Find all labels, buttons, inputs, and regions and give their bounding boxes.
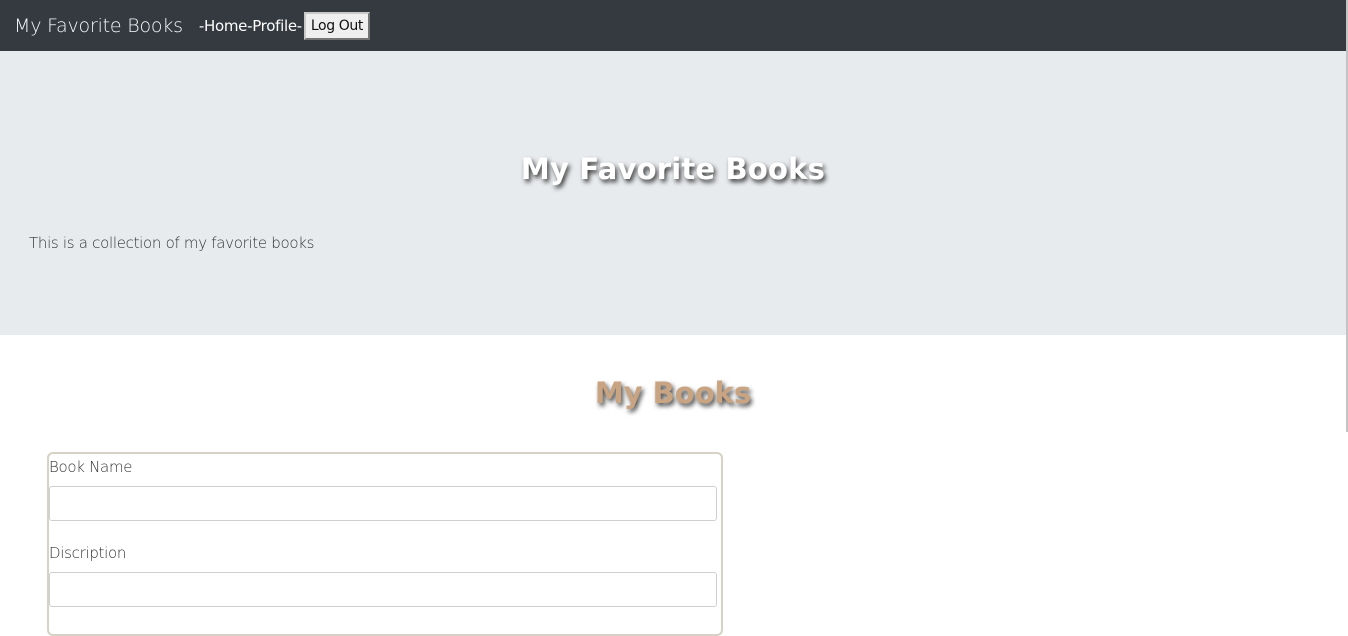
nav-separator: - <box>296 16 302 35</box>
book-name-input[interactable] <box>49 486 717 521</box>
my-books-heading: My Books <box>594 376 752 410</box>
jumbotron-description: This is a collection of my favorite book… <box>29 234 315 252</box>
book-name-label: Book Name <box>49 458 133 476</box>
brand-link[interactable]: My Favorite Books <box>14 15 183 37</box>
nav-profile-link[interactable]: Profile <box>252 17 297 35</box>
jumbotron: My Favorite Books This is a collection o… <box>0 51 1346 335</box>
description-input[interactable] <box>49 572 717 607</box>
nav-links: - Home - Profile - Log Out <box>199 11 370 40</box>
logout-button[interactable]: Log Out <box>303 11 370 40</box>
nav-home-link[interactable]: Home <box>204 17 247 35</box>
description-label: Discription <box>49 544 127 562</box>
jumbotron-title: My Favorite Books <box>520 152 826 186</box>
add-book-form: Book Name Discription <box>47 452 723 636</box>
top-navbar: My Favorite Books - Home - Profile - Log… <box>0 0 1346 51</box>
